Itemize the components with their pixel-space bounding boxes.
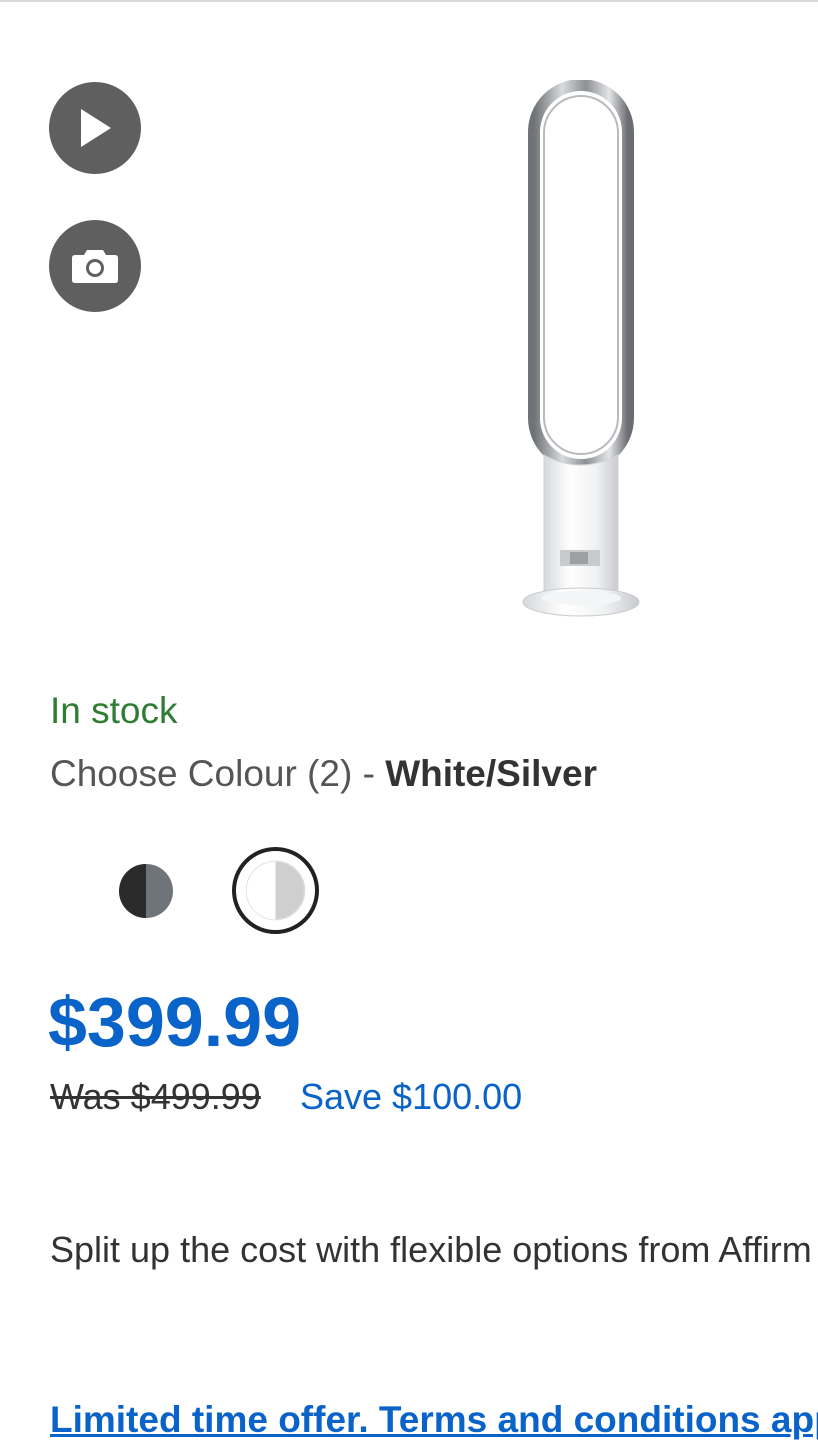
play-icon: [81, 109, 111, 147]
selected-colour-name: White/Silver: [385, 753, 597, 794]
savings-amount: Save $100.00: [300, 1076, 523, 1117]
swatch-black-nickel[interactable]: [118, 863, 174, 919]
current-price: $399.99: [48, 983, 302, 1061]
top-divider: [0, 0, 818, 2]
swatch-dark-icon: [119, 864, 173, 918]
financing-message: Split up the cost with flexible options …: [50, 1229, 812, 1270]
tower-fan-icon: [522, 79, 640, 617]
swatch-white-silver[interactable]: [232, 847, 319, 934]
view-photos-button[interactable]: [49, 220, 141, 312]
stock-status: In stock: [50, 690, 178, 731]
product-image[interactable]: [500, 79, 660, 625]
play-video-button[interactable]: [49, 82, 141, 174]
colour-selector-label: Choose Colour (2) - White/Silver: [50, 753, 597, 795]
colour-prefix: Choose Colour (2) -: [50, 753, 386, 794]
original-price: Was $499.99: [50, 1076, 261, 1117]
swatch-light-icon: [245, 860, 306, 921]
camera-icon: [72, 250, 118, 283]
limited-offer-link[interactable]: Limited time offer. Terms and conditions…: [50, 1398, 818, 1442]
